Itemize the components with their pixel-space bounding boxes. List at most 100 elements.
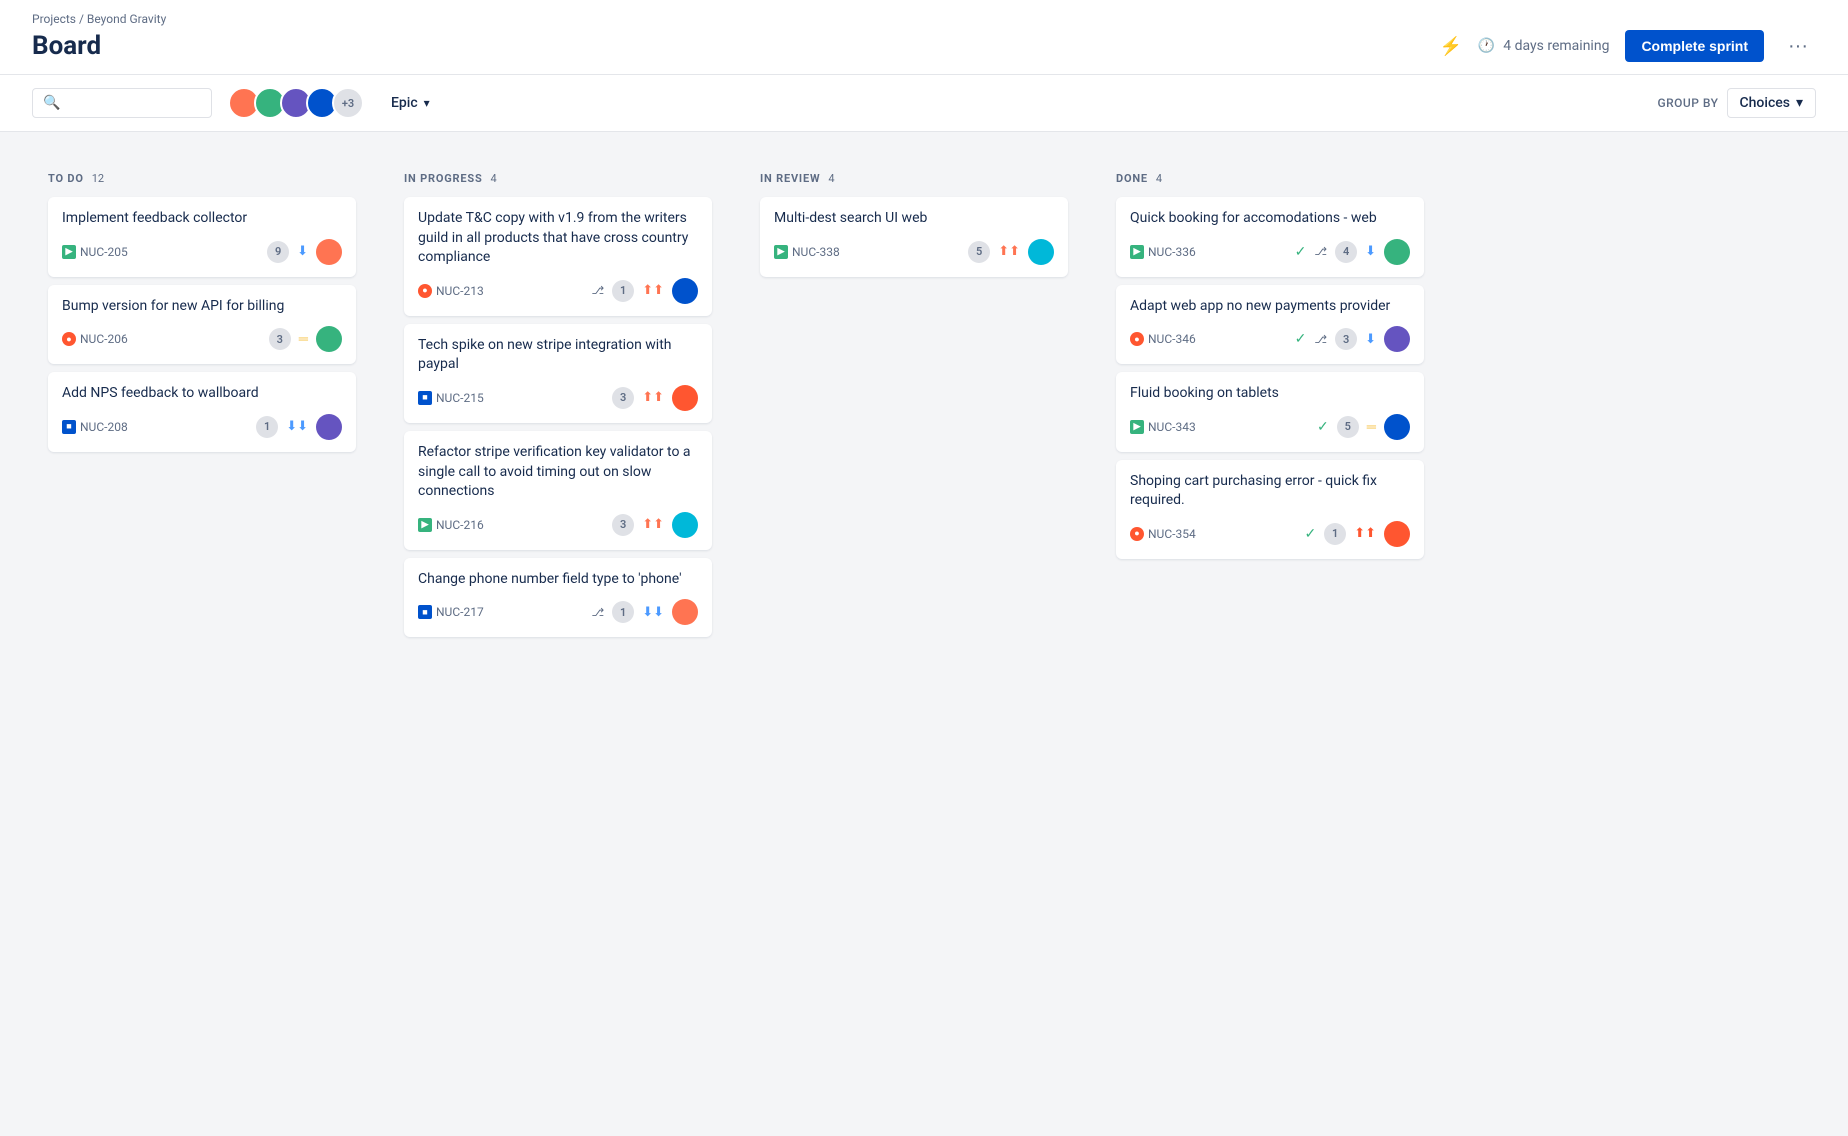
card-avatar xyxy=(316,326,342,352)
story-icon: ▶ xyxy=(1130,420,1144,434)
card-badge: 1 xyxy=(1324,523,1346,545)
card-badge: 1 xyxy=(612,601,634,623)
priority-medium-icon: ═ xyxy=(299,331,308,347)
board: TO DO 12 Implement feedback collector ▶ … xyxy=(0,132,1848,685)
card-card-346[interactable]: Adapt web app no new payments provider ●… xyxy=(1116,285,1424,365)
check-icon: ✓ xyxy=(1317,419,1329,435)
ticket-id-NUC-216: ▶ NUC-216 xyxy=(418,518,484,532)
priority-low-icon: ⬇ xyxy=(1365,332,1376,347)
bug-icon: ● xyxy=(418,284,432,298)
column-count-todo: 12 xyxy=(92,172,104,185)
card-title: Refactor stripe verification key validat… xyxy=(418,443,698,502)
ticket-id-NUC-354: ● NUC-354 xyxy=(1130,527,1196,541)
sprint-info: 🕐 4 days remaining xyxy=(1478,38,1610,54)
card-card-217[interactable]: Change phone number field type to 'phone… xyxy=(404,558,712,638)
card-card-215[interactable]: Tech spike on new stripe integration wit… xyxy=(404,324,712,423)
group-by-section: GROUP BY Choices ▾ xyxy=(1657,88,1816,118)
card-badge: 5 xyxy=(1337,416,1359,438)
card-title: Implement feedback collector xyxy=(62,209,342,229)
column-title-inprogress: IN PROGRESS xyxy=(404,172,483,185)
story-icon: ▶ xyxy=(774,245,788,259)
card-title: Multi-dest search UI web xyxy=(774,209,1054,229)
column-count-done: 4 xyxy=(1156,172,1162,185)
card-card-216[interactable]: Refactor stripe verification key validat… xyxy=(404,431,712,550)
priority-high-icon: ⬆⬆ xyxy=(998,244,1020,259)
ticket-id-NUC-208: ■ NUC-208 xyxy=(62,420,128,434)
column-title-todo: TO DO xyxy=(48,172,84,185)
card-card-336[interactable]: Quick booking for accomodations - web ▶ … xyxy=(1116,197,1424,277)
card-badge: 3 xyxy=(612,387,634,409)
card-card-354[interactable]: Shoping cart purchasing error - quick fi… xyxy=(1116,460,1424,559)
card-title: Bump version for new API for billing xyxy=(62,297,342,317)
card-avatar xyxy=(1028,239,1054,265)
task-icon: ■ xyxy=(62,420,76,434)
ticket-label: NUC-343 xyxy=(1148,420,1196,434)
ticket-label: NUC-208 xyxy=(80,420,128,434)
search-icon: 🔍 xyxy=(43,95,60,111)
page-title: Board xyxy=(32,31,101,61)
column-title-done: DONE xyxy=(1116,172,1148,185)
clock-icon: 🕐 xyxy=(1478,38,1495,54)
card-footer: ▶ NUC-336 ✓ ⎇ 4 ⬇ xyxy=(1130,239,1410,265)
card-footer: ▶ NUC-338 5 ⬆⬆ xyxy=(774,239,1054,265)
days-remaining: 4 days remaining xyxy=(1503,38,1609,54)
card-footer: ▶ NUC-205 9 ⬇ xyxy=(62,239,342,265)
card-card-206[interactable]: Bump version for new API for billing ● N… xyxy=(48,285,356,365)
priority-low-icon: ⬇ xyxy=(1365,244,1376,259)
card-avatar xyxy=(1384,521,1410,547)
column-inprogress: IN PROGRESS 4 Update T&C copy with v1.9 … xyxy=(388,156,728,661)
ticket-label: NUC-205 xyxy=(80,245,128,259)
card-avatar xyxy=(1384,326,1410,352)
ticket-id-NUC-213: ● NUC-213 xyxy=(418,284,484,298)
epic-chevron-icon xyxy=(422,95,430,111)
lightning-icon: ⚡ xyxy=(1439,36,1461,57)
choices-chevron-icon: ▾ xyxy=(1796,95,1803,111)
column-header-inreview: IN REVIEW 4 xyxy=(760,172,1068,185)
card-footer: ● NUC-206 3 ═ xyxy=(62,326,342,352)
column-count-inreview: 4 xyxy=(828,172,834,185)
card-avatar xyxy=(672,278,698,304)
ticket-id-NUC-205: ▶ NUC-205 xyxy=(62,245,128,259)
card-badge: 9 xyxy=(267,241,289,263)
ticket-label: NUC-336 xyxy=(1148,245,1196,259)
choices-dropdown[interactable]: Choices ▾ xyxy=(1727,88,1816,118)
ticket-id-NUC-217: ■ NUC-217 xyxy=(418,605,484,619)
column-header-todo: TO DO 12 xyxy=(48,172,356,185)
card-badge: 4 xyxy=(1335,241,1357,263)
group-by-label: GROUP BY xyxy=(1657,96,1718,110)
epic-filter[interactable]: Epic xyxy=(380,88,441,118)
card-card-343[interactable]: Fluid booking on tablets ▶ NUC-343 ✓ 5 ═ xyxy=(1116,372,1424,452)
breadcrumb: Projects / Beyond Gravity xyxy=(32,12,1816,26)
complete-sprint-button[interactable]: Complete sprint xyxy=(1625,30,1764,62)
bug-icon: ● xyxy=(62,332,76,346)
branch-icon: ⎇ xyxy=(592,606,605,619)
search-input[interactable] xyxy=(66,95,201,111)
card-badge: 5 xyxy=(968,241,990,263)
more-options-button[interactable]: ··· xyxy=(1780,31,1816,62)
priority-low-icon: ⬇ xyxy=(297,244,308,259)
card-card-208[interactable]: Add NPS feedback to wallboard ■ NUC-208 … xyxy=(48,372,356,452)
ticket-id-NUC-206: ● NUC-206 xyxy=(62,332,128,346)
search-box[interactable]: 🔍 xyxy=(32,88,212,118)
ticket-label: NUC-346 xyxy=(1148,332,1196,346)
card-card-213[interactable]: Update T&C copy with v1.9 from the write… xyxy=(404,197,712,316)
card-badge: 3 xyxy=(612,514,634,536)
story-icon: ▶ xyxy=(62,245,76,259)
story-icon: ▶ xyxy=(418,518,432,532)
card-footer: ■ NUC-217 ⎇ 1 ⬇⬇ xyxy=(418,599,698,625)
card-footer: ▶ NUC-216 3 ⬆⬆ xyxy=(418,512,698,538)
ticket-id-NUC-215: ■ NUC-215 xyxy=(418,391,484,405)
card-footer: ■ NUC-208 1 ⬇⬇ xyxy=(62,414,342,440)
column-title-inreview: IN REVIEW xyxy=(760,172,820,185)
card-card-205[interactable]: Implement feedback collector ▶ NUC-205 9… xyxy=(48,197,356,277)
story-icon: ▶ xyxy=(1130,245,1144,259)
priority-high-icon: ⬆⬆ xyxy=(642,283,664,298)
avatar-count[interactable]: +3 xyxy=(332,87,364,119)
card-title: Fluid booking on tablets xyxy=(1130,384,1410,404)
priority-high-icon: ⬆⬆ xyxy=(642,517,664,532)
bug-icon: ● xyxy=(1130,332,1144,346)
priority-medium-icon: ═ xyxy=(1367,419,1376,435)
column-inreview: IN REVIEW 4 Multi-dest search UI web ▶ N… xyxy=(744,156,1084,661)
ticket-label: NUC-217 xyxy=(436,605,484,619)
card-card-338[interactable]: Multi-dest search UI web ▶ NUC-338 5 ⬆⬆ xyxy=(760,197,1068,277)
